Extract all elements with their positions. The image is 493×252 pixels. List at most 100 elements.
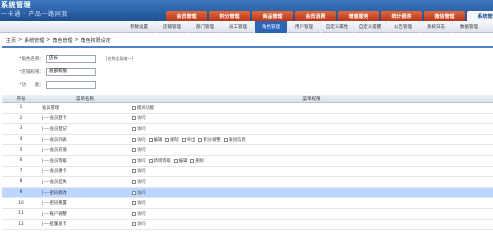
- permission-option[interactable]: 访问: [132, 200, 146, 206]
- table-row[interactable]: 11 |----账户调整 访问: [2, 209, 493, 220]
- function-input[interactable]: [46, 80, 96, 89]
- row-permissions: 访问: [130, 115, 493, 121]
- permission-checkbox[interactable]: [132, 179, 136, 184]
- permission-option[interactable]: 访问: [132, 168, 146, 174]
- row-permissions: 访问: [130, 147, 493, 153]
- permission-option[interactable]: 发短信息: [223, 137, 246, 143]
- row-menu-name: |----账户调整: [42, 211, 67, 217]
- main-tab-5[interactable]: 统计报表: [381, 11, 422, 21]
- permission-label: 删除: [170, 137, 179, 143]
- permission-option[interactable]: 访问: [132, 147, 146, 153]
- breadcrumb-item[interactable]: 主页: [6, 37, 16, 44]
- permission-label: 访问: [137, 169, 146, 175]
- row-index: 3: [19, 126, 23, 132]
- main-tab-1[interactable]: 积分管理: [209, 11, 250, 21]
- sub-tab-3[interactable]: 员工管理: [221, 21, 254, 33]
- main-tab-0[interactable]: 会员管理: [166, 11, 207, 21]
- permission-option[interactable]: 访问: [132, 211, 146, 217]
- permission-option[interactable]: 新增等级: [148, 158, 171, 164]
- permission-checkbox[interactable]: [223, 137, 228, 142]
- permission-label: 访问: [137, 126, 146, 132]
- permission-checkbox[interactable]: [165, 137, 170, 142]
- role-permission-panel: *角色名称： 店长 [名称全局唯一] *店铺权限： 总部权限 *功 能： 序号 …: [2, 46, 493, 252]
- permission-checkbox[interactable]: [148, 137, 153, 142]
- table-row[interactable]: 3 |----会员登记 访问: [2, 124, 493, 135]
- permission-option[interactable]: 编辑: [173, 158, 187, 164]
- sub-tab-1[interactable]: 店铺管理: [155, 21, 188, 33]
- permission-label: 访问: [137, 148, 146, 154]
- table-row[interactable]: 4 |----会员列表 访问 编辑 删除 导出 积分调整 发短信息: [2, 135, 493, 146]
- permission-option[interactable]: 删除: [165, 137, 179, 143]
- permission-option[interactable]: 访问: [132, 221, 146, 227]
- permission-checkbox[interactable]: [198, 137, 203, 142]
- permission-checkbox[interactable]: [173, 158, 178, 163]
- function-row: *功 能：: [2, 80, 96, 89]
- main-tab-7[interactable]: 系统管理: [467, 11, 493, 21]
- permission-table: 序号 菜单名称 菜单权限 1 会员管理 模块功能 2 |----会员登卡 访问 3 |----…: [2, 95, 493, 231]
- table-row[interactable]: 10 |----密码重置 访问: [2, 198, 493, 209]
- table-row[interactable]: 12 |----批量发卡 访问: [2, 220, 493, 231]
- main-tab-4[interactable]: 增值服务: [338, 11, 379, 21]
- permission-label: 访问: [137, 211, 146, 217]
- permission-option[interactable]: 积分调整: [198, 137, 221, 143]
- permission-option[interactable]: 模块功能: [132, 105, 154, 111]
- table-row[interactable]: 9 |----密码修改 访问: [2, 187, 493, 199]
- permission-option[interactable]: 访问: [132, 158, 146, 164]
- row-index: 8: [19, 179, 23, 185]
- permission-option[interactable]: 删除: [190, 158, 204, 164]
- permission-checkbox[interactable]: [132, 169, 136, 174]
- shop-permission-select[interactable]: 总部权限: [46, 67, 96, 76]
- permission-label: 模块功能: [137, 105, 155, 111]
- main-tab-2[interactable]: 商品管理: [252, 11, 293, 21]
- main-tab-6[interactable]: 微信管理: [424, 11, 465, 21]
- table-row[interactable]: 2 |----会员登卡 访问: [2, 114, 493, 125]
- breadcrumb-item[interactable]: 角色管理: [52, 37, 72, 44]
- sub-tab-8[interactable]: 公告管理: [386, 21, 419, 33]
- row-permissions: 访问 新增等级 编辑 删除: [130, 158, 493, 164]
- permission-option[interactable]: 导出: [181, 137, 195, 143]
- row-permissions: 访问: [130, 190, 493, 196]
- permission-checkbox[interactable]: [132, 222, 136, 227]
- main-tab-3[interactable]: 会员消费: [295, 11, 336, 21]
- breadcrumb-item[interactable]: 系统管理: [24, 37, 44, 44]
- table-row[interactable]: 7 |----会员换卡 访问: [2, 167, 493, 178]
- permission-checkbox[interactable]: [190, 158, 195, 163]
- table-row[interactable]: 6 |----会员等级 访问 新增等级 编辑 删除: [2, 156, 493, 167]
- permission-option[interactable]: 访问: [132, 179, 146, 185]
- table-row[interactable]: 1 会员管理 模块功能: [2, 103, 493, 114]
- permission-checkbox[interactable]: [132, 105, 136, 110]
- row-permissions: 访问: [130, 126, 493, 132]
- table-row[interactable]: 5 |----会员充值 访问: [2, 145, 493, 156]
- sub-tab-10[interactable]: 数据管理: [452, 21, 485, 33]
- permission-checkbox[interactable]: [181, 137, 186, 142]
- permission-checkbox[interactable]: [132, 137, 136, 142]
- sub-tab-0[interactable]: 参数设置: [122, 21, 155, 33]
- permission-checkbox[interactable]: [132, 126, 136, 131]
- permission-checkbox[interactable]: [132, 116, 136, 121]
- permission-option[interactable]: 访问: [132, 115, 146, 121]
- permission-checkbox[interactable]: [132, 201, 136, 206]
- sub-tab-5[interactable]: 用户管理: [287, 21, 320, 33]
- permission-checkbox[interactable]: [132, 211, 136, 216]
- permission-option[interactable]: 编辑: [148, 137, 162, 143]
- row-permissions: 访问: [130, 200, 493, 206]
- sub-tab-6[interactable]: 自定义属性: [320, 21, 353, 33]
- permission-option[interactable]: 访问: [132, 126, 146, 132]
- permission-checkbox[interactable]: [148, 158, 153, 163]
- permission-option[interactable]: 访问: [132, 137, 146, 143]
- role-name-label: *角色名称：: [19, 56, 44, 62]
- role-name-hint: [名称全局唯一]: [106, 55, 134, 61]
- sub-tab-7[interactable]: 自定义提醒: [353, 21, 386, 33]
- permission-checkbox[interactable]: [132, 158, 136, 163]
- permission-checkbox[interactable]: [132, 190, 136, 195]
- role-name-input[interactable]: 店长: [46, 54, 96, 63]
- permission-label: 新增等级: [153, 158, 171, 164]
- main-nav: 会员管理积分管理商品管理会员消费增值服务统计报表微信管理系统管理: [164, 11, 493, 21]
- permission-checkbox[interactable]: [132, 148, 136, 153]
- permission-option[interactable]: 访问: [132, 190, 146, 196]
- sub-tab-4[interactable]: 角色管理: [254, 21, 287, 33]
- sub-tab-2[interactable]: 部门管理: [188, 21, 221, 33]
- sub-tab-9[interactable]: 系统日志: [419, 21, 452, 33]
- table-row[interactable]: 8 |----会员挂失 访问: [2, 177, 493, 188]
- row-permissions: 模块功能: [130, 105, 493, 111]
